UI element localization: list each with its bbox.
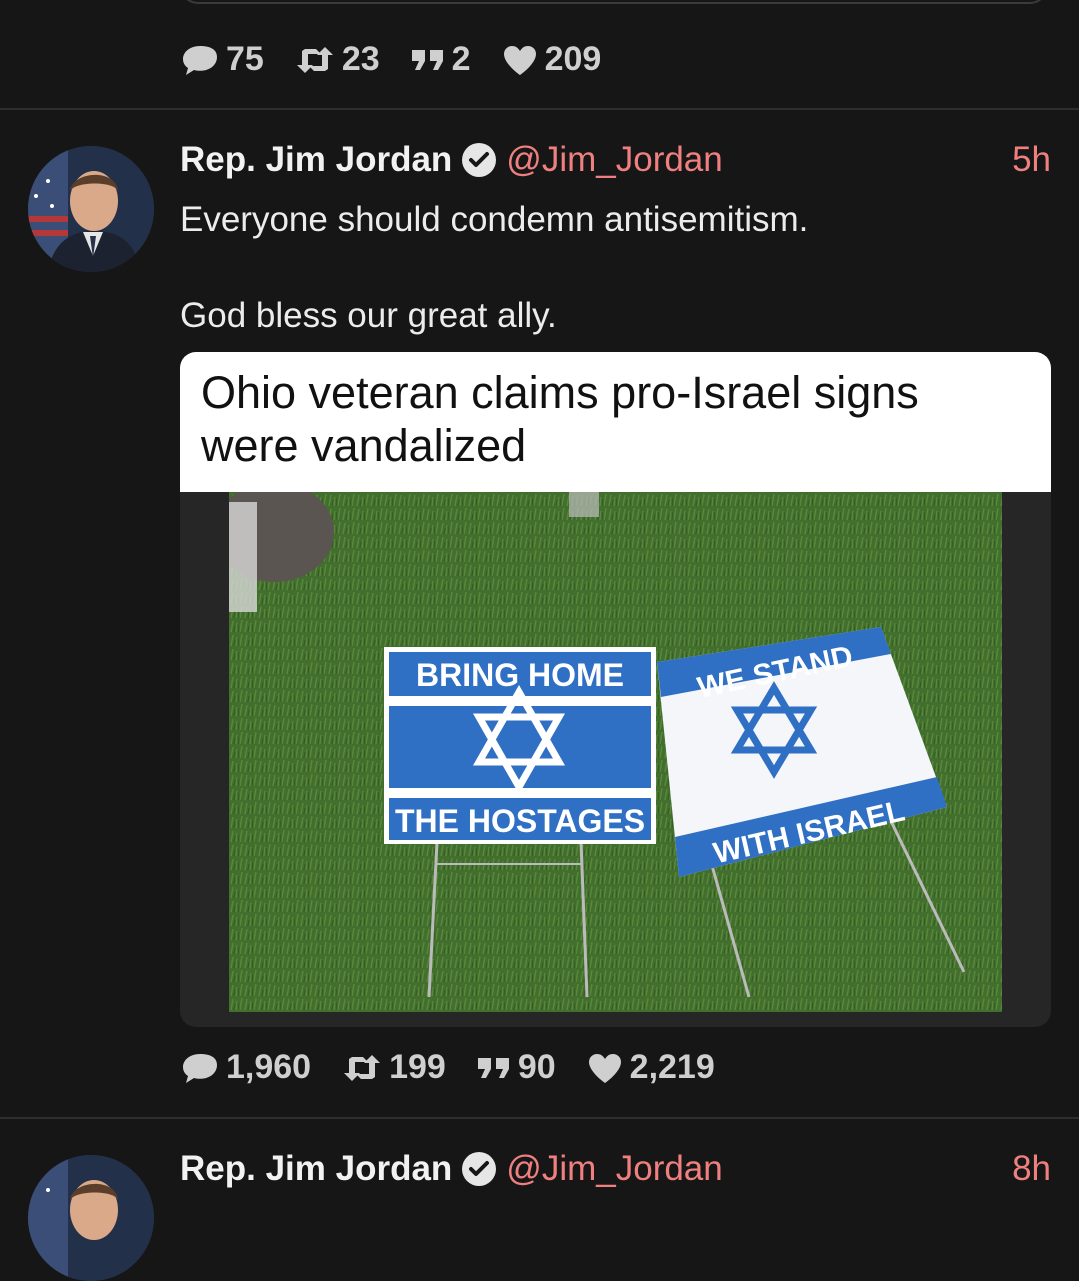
like-count: 2,219	[629, 1048, 715, 1086]
sign1-bottom-text: THE HOSTAGES	[395, 803, 645, 839]
reply-stat[interactable]: 1,960	[180, 1048, 311, 1087]
like-icon	[588, 1053, 621, 1083]
tweet-divider	[0, 1117, 1079, 1119]
retweet-icon	[296, 46, 333, 73]
author-name[interactable]: Rep. Jim Jordan	[180, 140, 452, 180]
previous-tweet-stats: 75 23 2 209	[180, 40, 631, 79]
like-stat[interactable]: 209	[501, 40, 602, 79]
quote-icon	[411, 49, 443, 70]
tweet-media-card[interactable]: Ohio veteran claims pro-Israel signs wer…	[180, 352, 1051, 1027]
retweet-icon	[344, 1054, 381, 1081]
retweet-count: 23	[341, 40, 380, 78]
avatar-portrait	[28, 1155, 154, 1281]
reply-icon	[183, 45, 217, 75]
media-headline-banner: Ohio veteran claims pro-Israel signs wer…	[180, 352, 1051, 492]
author-handle[interactable]: @Jim_Jordan	[506, 1149, 722, 1189]
verified-badge-icon	[460, 1150, 498, 1188]
tweet-timestamp[interactable]: 8h	[1012, 1149, 1051, 1189]
media-photo-frame: BRING HOME THE HOSTAGES WE STAND WITH IS…	[180, 492, 1051, 1027]
reply-stat[interactable]: 75	[180, 40, 264, 79]
quote-count: 2	[451, 40, 471, 78]
tweet-divider	[0, 108, 1079, 110]
lawn-signs-photo: BRING HOME THE HOSTAGES WE STAND WITH IS…	[229, 492, 1002, 1012]
reply-count: 75	[226, 40, 264, 78]
author-name[interactable]: Rep. Jim Jordan	[180, 1149, 452, 1189]
quote-stat[interactable]: 2	[410, 40, 471, 79]
next-tweet-header: Rep. Jim Jordan @Jim_Jordan 8h	[180, 1149, 1051, 1189]
quote-count: 90	[517, 1048, 556, 1086]
verified-badge-icon	[460, 141, 498, 179]
reply-icon	[183, 1053, 217, 1083]
avatar[interactable]	[28, 1155, 154, 1281]
retweet-stat[interactable]: 23	[294, 40, 380, 79]
like-icon	[503, 45, 536, 75]
avatar[interactable]	[28, 146, 154, 272]
tweet-timestamp[interactable]: 5h	[1012, 140, 1051, 180]
like-count: 209	[544, 40, 602, 78]
quote-stat[interactable]: 90	[476, 1048, 556, 1087]
author-handle[interactable]: @Jim_Jordan	[506, 140, 722, 180]
previous-media-card-edge[interactable]	[180, 0, 1048, 4]
retweet-count: 199	[389, 1048, 446, 1086]
avatar-portrait	[28, 146, 154, 272]
sign1-top-text: BRING HOME	[416, 657, 624, 693]
quote-icon	[477, 1057, 509, 1078]
media-headline-text: Ohio veteran claims pro-Israel signs wer…	[201, 367, 919, 471]
tweet-stats: 1,960 199 90 2,219	[180, 1048, 745, 1087]
tweet-text-line-1: Everyone should condemn antisemitism.	[180, 200, 809, 239]
like-stat[interactable]: 2,219	[586, 1048, 715, 1087]
tweet-header: Rep. Jim Jordan @Jim_Jordan 5h	[180, 140, 1051, 180]
reply-count: 1,960	[226, 1048, 312, 1086]
retweet-stat[interactable]: 199	[341, 1048, 446, 1087]
tweet-text-line-2: God bless our great ally.	[180, 296, 557, 335]
